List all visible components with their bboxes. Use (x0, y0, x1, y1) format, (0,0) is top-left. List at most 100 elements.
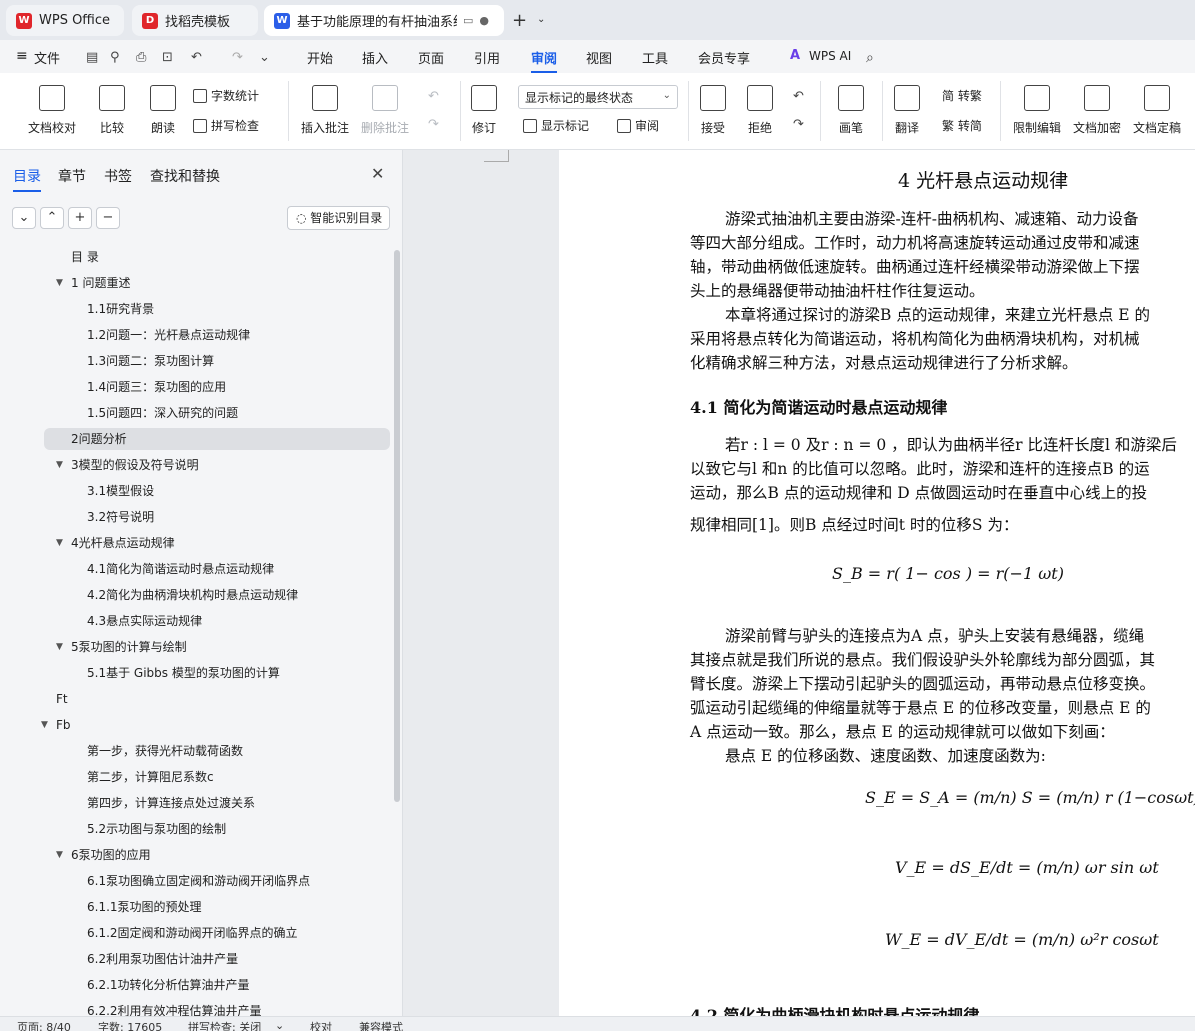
page-indicator[interactable]: 页面: 8/40 (17, 1019, 71, 1031)
word-count-button[interactable]: 字数统计 (193, 87, 259, 104)
toc-item[interactable]: Ft (0, 688, 392, 710)
encrypt-button[interactable]: 文档加密 (1073, 85, 1121, 136)
toc-item[interactable]: 1.5问题四：深入研究的问题 (0, 402, 392, 424)
toc-item[interactable]: 4.2简化为曲柄滑块机构时悬点运动规律 (0, 584, 392, 606)
menu-home[interactable]: 开始 (307, 48, 333, 67)
toc-item[interactable]: 第二步，计算阻尼系数c (0, 766, 392, 788)
menu-review[interactable]: 审阅 (531, 48, 558, 73)
collapse-up-button[interactable]: ⌃ (40, 207, 64, 229)
finalize-button[interactable]: 文档定稿 (1133, 85, 1181, 136)
print-preview-icon[interactable]: ⊡ (162, 50, 173, 65)
menu-reference[interactable]: 引用 (474, 48, 500, 67)
document-page[interactable]: 4 光杆悬点运动规律 游梁式抽油机主要由游梁-连杆-曲柄机构、减速箱、动力设备 … (559, 150, 1195, 1016)
redo-icon[interactable]: ↷ (232, 50, 243, 65)
print-icon[interactable]: ⎙ (136, 50, 146, 65)
toc-item[interactable]: ▼ 4光杆悬点运动规律 (0, 532, 392, 554)
translate-button[interactable]: 翻译 (894, 85, 920, 136)
more-chevron-icon[interactable]: ⌄ (259, 50, 270, 65)
spell-check-button[interactable]: 拼写检查 (193, 117, 259, 134)
expand-toggle-icon[interactable]: ▼ (56, 272, 63, 294)
expand-toggle-icon[interactable]: ▼ (56, 636, 63, 658)
expand-toggle-icon[interactable]: ▼ (56, 454, 63, 476)
menu-file[interactable]: 文件 (34, 48, 60, 67)
toc-item[interactable]: ▼ 6泵功图的应用 (0, 844, 392, 866)
toc-item[interactable]: 3.1模型假设 (0, 480, 392, 502)
hamburger-icon[interactable]: ≡ (16, 48, 28, 64)
tab-docer-templates[interactable]: D 找稻壳模板 (132, 5, 258, 36)
add-heading-button[interactable]: + (68, 207, 92, 229)
read-aloud-button[interactable]: 朗读 (150, 85, 176, 136)
revise-button[interactable]: 修订 (471, 85, 497, 136)
save-icon[interactable]: ▤ (86, 50, 98, 65)
menu-page[interactable]: 页面 (418, 48, 444, 67)
undo-icon[interactable]: ↶ (191, 50, 202, 65)
nav-tab-find-replace[interactable]: 查找和替换 (150, 166, 220, 186)
nav-tab-bookmarks[interactable]: 书签 (104, 166, 132, 186)
toc-item[interactable]: 6.2利用泵功图估计油井产量 (0, 948, 392, 970)
remove-heading-button[interactable]: − (96, 207, 120, 229)
menu-tools[interactable]: 工具 (642, 48, 668, 67)
to-traditional-button[interactable]: 简 转繁 (942, 87, 982, 104)
doc-check-button[interactable]: 文档校对 (28, 85, 76, 136)
markup-state-select[interactable]: 显示标记的最终状态 ⌄ (518, 85, 678, 109)
toc-item[interactable]: ▼ 5泵功图的计算与绘制 (0, 636, 392, 658)
spell-check-status[interactable]: 拼写检查: 关闭 (188, 1019, 261, 1031)
toc-item[interactable]: 4.3悬点实际运动规律 (0, 610, 392, 632)
toc-item[interactable]: 5.2示功图与泵功图的绘制 (0, 818, 392, 840)
next-comment-icon[interactable]: ↷ (428, 117, 439, 132)
tab-current-document[interactable]: W 基于功能原理的有杆抽油系统的 ▭ ● (264, 5, 504, 36)
pen-button[interactable]: 画笔 (838, 85, 864, 136)
nav-scrollbar[interactable] (394, 250, 400, 802)
prev-change-icon[interactable]: ↶ (793, 89, 804, 104)
menu-wps-ai[interactable]: WPS AI (809, 49, 851, 63)
chevron-down-icon[interactable]: ⌄ (537, 14, 545, 25)
toc-item[interactable]: 2问题分析 (44, 428, 390, 450)
next-change-icon[interactable]: ↷ (793, 117, 804, 132)
toc-item[interactable]: 6.1泵功图确立固定阀和游动阀开闭临界点 (0, 870, 392, 892)
review-pane-button[interactable]: 审阅 (617, 117, 659, 134)
toc-item[interactable]: 6.1.2固定阀和游动阀开闭临界点的确立 (0, 922, 392, 944)
search-icon[interactable]: ⌕ (866, 50, 874, 66)
toc-item[interactable]: 6.2.1功转化分析估算油井产量 (0, 974, 392, 996)
insert-comment-button[interactable]: 插入批注 (301, 85, 349, 136)
nav-tab-toc[interactable]: 目录 (13, 166, 41, 192)
expand-toggle-icon[interactable]: ▼ (56, 532, 63, 554)
toc-item[interactable]: ▼ 1 问题重述 (0, 272, 392, 294)
expand-toggle-icon[interactable]: ▼ (41, 714, 48, 736)
toc-item[interactable]: 第四步，计算连接点处过渡关系 (0, 792, 392, 814)
menu-member[interactable]: 会员专享 (698, 48, 750, 67)
share-icon[interactable]: ⚲ (110, 50, 120, 65)
proofread-status[interactable]: 校对 (310, 1019, 332, 1031)
tab-close-dot-icon[interactable]: ● (479, 14, 489, 27)
expand-down-button[interactable]: ⌄ (12, 207, 36, 229)
new-tab-icon[interactable]: + (512, 10, 527, 31)
toc-item[interactable]: 4.1简化为简谐运动时悬点运动规律 (0, 558, 392, 580)
toc-item[interactable]: 5.1基于 Gibbs 模型的泵功图的计算 (0, 662, 392, 684)
toc-item[interactable]: 6.1.1泵功图的预处理 (0, 896, 392, 918)
menu-view[interactable]: 视图 (586, 48, 612, 67)
expand-toggle-icon[interactable]: ▼ (56, 844, 63, 866)
prev-comment-icon[interactable]: ↶ (428, 89, 439, 104)
nav-tab-sections[interactable]: 章节 (58, 166, 86, 186)
close-icon[interactable]: ✕ (371, 164, 384, 183)
toc-item[interactable]: 第一步，获得光杆动载荷函数 (0, 740, 392, 762)
toc-item[interactable]: 目 录 (0, 246, 392, 268)
reject-button[interactable]: 拒绝 (747, 85, 773, 136)
compare-button[interactable]: 比较 (99, 85, 125, 136)
menu-insert[interactable]: 插入 (362, 48, 388, 67)
smart-toc-button[interactable]: ◌ 智能识别目录 (287, 206, 390, 230)
toc-item[interactable]: 6.2.2利用有效冲程估算油井产量 (0, 1000, 392, 1016)
chevron-down-icon[interactable]: ⌄ (275, 1019, 284, 1031)
toc-item[interactable]: 1.2问题一：光杆悬点运动规律 (0, 324, 392, 346)
toc-item[interactable]: 3.2符号说明 (0, 506, 392, 528)
toc-item[interactable]: 1.4问题三：泵功图的应用 (0, 376, 392, 398)
toc-item[interactable]: 1.1研究背景 (0, 298, 392, 320)
show-markup-button[interactable]: 显示标记 (523, 117, 589, 134)
delete-comment-button[interactable]: 删除批注 (361, 85, 409, 136)
to-simplified-button[interactable]: 繁 转简 (942, 117, 982, 134)
toc-item[interactable]: ▼ Fb (0, 714, 392, 736)
accept-button[interactable]: 接受 (700, 85, 726, 136)
toc-item[interactable]: 1.3问题二：泵功图计算 (0, 350, 392, 372)
restrict-edit-button[interactable]: 限制编辑 (1013, 85, 1061, 136)
word-count-indicator[interactable]: 字数: 17605 (98, 1019, 162, 1031)
